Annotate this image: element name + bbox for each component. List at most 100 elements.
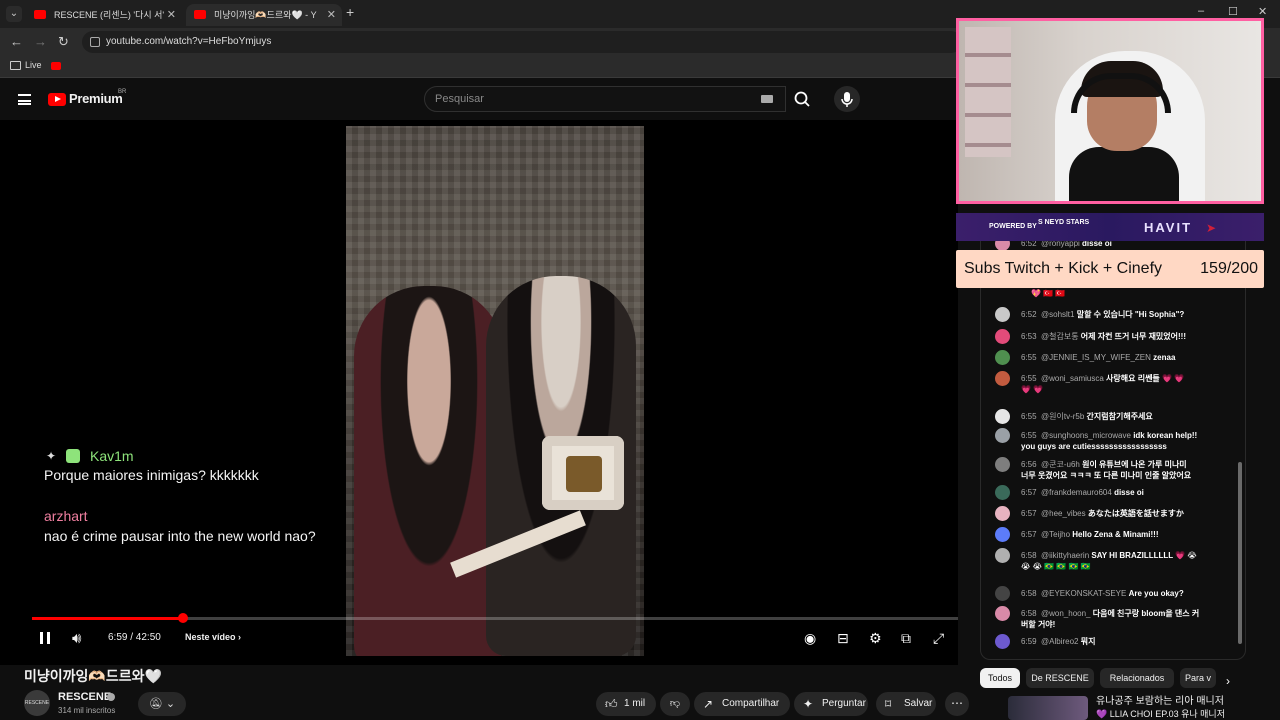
- chat-username[interactable]: @woni_samiusca: [1041, 374, 1104, 383]
- bookmark-live[interactable]: Live: [25, 60, 42, 70]
- progress-bar[interactable]: [32, 613, 958, 623]
- volume-icon[interactable]: 🔊︎: [72, 630, 81, 647]
- channel-avatar[interactable]: RESCENE: [24, 690, 50, 716]
- window-close-button[interactable]: ✕: [1258, 5, 1267, 18]
- sponsor-brand-2: HAVIT: [1144, 220, 1193, 235]
- chat-message-body: 💖 🇹🇷 🇹🇷: [1031, 288, 1065, 299]
- chat-timestamp: 6:53: [1021, 332, 1037, 341]
- chat-username[interactable]: @hee_vibes: [1041, 509, 1086, 518]
- chat-text-continued: 너무 웃겼어요 ㅋㅋㅋ 또 다른 미나미 인줄 알았어요: [1021, 471, 1192, 480]
- settings-gear-icon[interactable]: ⚙: [869, 630, 882, 647]
- dislike-button[interactable]: 👎︎: [660, 692, 690, 716]
- related-video[interactable]: 유나공주 보람하는 리아 매니저 💜 LLIA CHOI EP.03 유나 매니…: [1008, 696, 1268, 720]
- chat-username[interactable]: @frankdemauro604: [1041, 488, 1112, 497]
- logo-text[interactable]: Premium: [69, 91, 123, 106]
- chat-avatar[interactable]: [995, 329, 1010, 344]
- chip-all[interactable]: Todos: [980, 668, 1020, 688]
- miniplayer-icon[interactable]: ⧉: [901, 630, 911, 647]
- tab-search-button[interactable]: ⌄: [6, 6, 22, 22]
- chat-message-body: @hee_vibes あなたは英語を話せますか: [1041, 508, 1184, 519]
- chat-avatar[interactable]: [995, 606, 1010, 621]
- chat-scrollbar[interactable]: [1238, 462, 1242, 644]
- reload-icon[interactable]: ↻: [58, 34, 69, 50]
- chat-avatar[interactable]: [995, 371, 1010, 386]
- chat-avatar[interactable]: [995, 634, 1010, 649]
- webcam-shelf: [965, 27, 1011, 157]
- back-arrow-icon[interactable]: ←: [10, 34, 23, 49]
- new-tab-button[interactable]: +: [346, 4, 354, 20]
- chat-message: 6:58 @won_hoon_ 다음에 친구랑 bloom을 댄스 커 버할 거야!: [995, 606, 1235, 630]
- related-title-line2[interactable]: 💜 LLIA CHOI EP.03 유나 매니저: [1096, 708, 1225, 720]
- youtube-logo-icon[interactable]: [48, 93, 66, 106]
- chat-username[interactable]: @sohslt1: [1041, 310, 1074, 319]
- search-icon: [794, 91, 810, 107]
- save-button[interactable]: ⌑ Salvar: [876, 692, 936, 716]
- chat-username[interactable]: @원이tv-r5b: [1041, 412, 1084, 421]
- related-thumbnail[interactable]: [1008, 696, 1088, 720]
- voice-search-button[interactable]: [834, 86, 860, 112]
- more-actions-button[interactable]: ⋯: [945, 692, 969, 716]
- pause-toggle-icon[interactable]: ◉: [804, 630, 816, 647]
- maximize-button[interactable]: ☐: [1228, 5, 1238, 18]
- chapter-button[interactable]: Neste vídeo ›: [185, 632, 241, 642]
- chat-text: 뭐지: [1080, 637, 1096, 646]
- chip-related[interactable]: Relacionados: [1100, 668, 1174, 688]
- search-button[interactable]: [786, 86, 820, 112]
- fullscreen-icon[interactable]: ⤢: [933, 630, 944, 647]
- site-info-icon[interactable]: [90, 37, 100, 47]
- chat-avatar[interactable]: [995, 506, 1010, 521]
- ask-button[interactable]: ✦ Perguntar: [794, 692, 868, 716]
- close-icon[interactable]: ✕: [327, 4, 336, 26]
- notifications-button[interactable]: 🔕︎ ⌄: [138, 692, 186, 716]
- chat-username[interactable]: @EYEKONSKAT-SEYE: [1041, 589, 1126, 598]
- chat-timestamp: 6:56: [1021, 460, 1037, 469]
- keyboard-icon[interactable]: [761, 95, 773, 103]
- like-count: 1 mil: [624, 698, 646, 709]
- chat-avatar[interactable]: [995, 548, 1010, 563]
- chat-timestamp: 6:52: [1021, 310, 1037, 319]
- chat-username[interactable]: @Albireo2: [1041, 637, 1078, 646]
- minimize-button[interactable]: –: [1198, 5, 1204, 17]
- chevron-right-icon[interactable]: ›: [1226, 674, 1230, 688]
- tab-title: RESCENE (리센느) '다시 서': [54, 10, 165, 20]
- chat-avatar[interactable]: [995, 350, 1010, 365]
- browser-tab-active[interactable]: 미냥이까잉🫶🏻드르와🤍 - Y ✕: [186, 4, 342, 26]
- chat-username[interactable]: @JENNIE_IS_MY_WIFE_ZEN: [1041, 353, 1151, 362]
- chat-username[interactable]: @Teijho: [1041, 530, 1070, 539]
- url-field[interactable]: youtube.com/watch?v=HeFboYmjuys: [82, 31, 962, 53]
- chip-for-you[interactable]: Para v: [1180, 668, 1216, 688]
- channel-name[interactable]: RESCENE: [58, 691, 111, 703]
- chat-avatar[interactable]: [995, 409, 1010, 424]
- browser-tab[interactable]: RESCENE (리센느) '다시 서' ✕: [26, 4, 182, 26]
- chat-avatar[interactable]: [995, 527, 1010, 542]
- forward-arrow-icon[interactable]: →: [34, 34, 47, 49]
- pause-icon[interactable]: [40, 632, 50, 644]
- chat-avatar[interactable]: [995, 586, 1010, 601]
- youtube-bookmark-icon[interactable]: [51, 62, 61, 70]
- close-icon[interactable]: ✕: [167, 4, 176, 26]
- like-button[interactable]: 👍︎ 1 mil: [596, 692, 656, 716]
- video-player[interactable]: ✦ Kav1m Porque maiores inimigas? kkkkkkk…: [0, 120, 958, 665]
- search-input[interactable]: Pesquisar: [424, 86, 786, 112]
- chat-username[interactable]: @sunghoons_microwave: [1041, 431, 1131, 440]
- chat-username[interactable]: @iikittyhaerin: [1041, 551, 1089, 560]
- chat-timestamp: 6:58: [1021, 551, 1037, 560]
- url-text: youtube.com/watch?v=HeFboYmjuys: [106, 36, 272, 47]
- subscriber-count: 314 mil inscritos: [58, 706, 116, 715]
- chip-from-channel[interactable]: De RESCENE: [1026, 668, 1094, 688]
- scrubber-handle[interactable]: [177, 613, 188, 623]
- share-button[interactable]: ↗ Compartilhar: [694, 692, 790, 716]
- chapter-label: Neste vídeo: [185, 632, 236, 642]
- chat-avatar[interactable]: [995, 485, 1010, 500]
- chat-avatar[interactable]: [995, 457, 1010, 472]
- chat-username[interactable]: @철갑보통: [1041, 332, 1079, 341]
- subtitles-icon[interactable]: ⊟: [837, 630, 849, 647]
- chat-avatar[interactable]: [995, 307, 1010, 322]
- related-title[interactable]: 유나공주 보람하는 리아 매니저: [1096, 696, 1224, 708]
- chat-username[interactable]: @쿤코-u6h: [1041, 460, 1080, 469]
- chat-avatar[interactable]: [995, 428, 1010, 443]
- live-chat-panel[interactable]: 6:52 @ronyappi disse oi 💖 🇹🇷 🇹🇷 6:52 @sohsl…: [980, 230, 1246, 660]
- menu-icon[interactable]: [18, 94, 31, 105]
- video-frame[interactable]: [346, 126, 644, 656]
- chat-username[interactable]: @won_hoon_: [1041, 609, 1091, 618]
